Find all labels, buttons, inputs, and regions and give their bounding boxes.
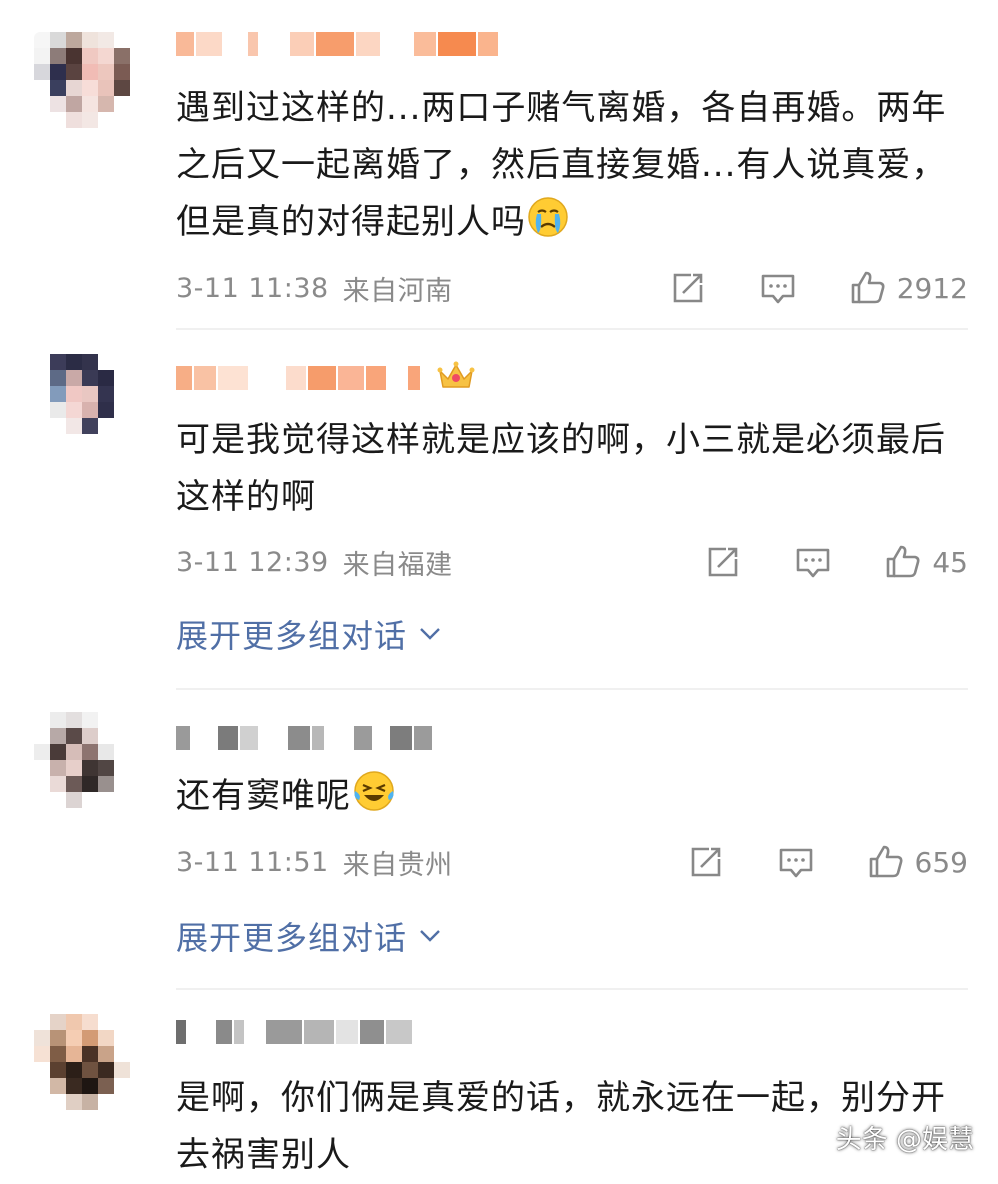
share-icon xyxy=(691,847,720,877)
username-blurred[interactable] xyxy=(176,718,432,758)
reply-button[interactable] xyxy=(794,543,832,581)
expand-replies-link[interactable]: 展开更多组对话 xyxy=(176,614,443,655)
crown-icon xyxy=(436,359,476,397)
share-icon xyxy=(709,547,738,577)
avatar[interactable] xyxy=(34,1014,130,1110)
location: 来自福建 xyxy=(342,549,453,581)
divider xyxy=(176,688,968,690)
like-button[interactable]: 659 xyxy=(867,843,968,881)
comment-text: 还有窦唯呢 xyxy=(176,768,962,831)
timestamp: 3-11 12:39 xyxy=(176,546,329,578)
share-button[interactable] xyxy=(669,269,707,307)
reply-button[interactable] xyxy=(759,269,797,307)
share-icon xyxy=(673,273,703,303)
comment-icon xyxy=(779,848,812,878)
divider xyxy=(176,988,968,990)
like-button[interactable]: 45 xyxy=(884,543,968,581)
thumbs-up-icon xyxy=(851,271,885,304)
like-button[interactable]: 2912 xyxy=(849,269,968,307)
username-blurred[interactable] xyxy=(176,358,476,398)
like-count: 659 xyxy=(914,845,968,879)
avatar[interactable] xyxy=(34,32,130,128)
location: 来自贵州 xyxy=(342,849,453,881)
comment-meta: 3-11 11:38 来自河南 xyxy=(176,268,453,308)
avatar[interactable] xyxy=(34,354,130,450)
like-count: 45 xyxy=(932,545,968,579)
comment-text: 遇到过这样的...两口子赌气离婚，各自再婚。两年之后又一起离婚了，然后直接复婚.… xyxy=(176,80,962,257)
laughing-tears-face-icon xyxy=(351,769,397,831)
comment-icon xyxy=(797,548,830,578)
share-button[interactable] xyxy=(687,843,725,881)
comment-meta: 3-11 11:51 来自贵州 xyxy=(176,842,453,882)
thumbs-up-icon xyxy=(887,545,920,578)
expand-replies-link[interactable]: 展开更多组对话 xyxy=(176,916,443,957)
watermark: 头条 @娱慧 xyxy=(835,1125,974,1155)
chevron-down-icon xyxy=(420,930,440,942)
action-bar: 2912 xyxy=(669,268,968,308)
timestamp: 3-11 11:51 xyxy=(176,846,329,878)
username-blurred[interactable] xyxy=(176,24,498,64)
action-bar: 659 xyxy=(687,842,968,882)
avatar[interactable] xyxy=(34,712,130,808)
comment-meta: 3-11 12:39 来自福建 xyxy=(176,542,453,582)
comment-icon xyxy=(761,274,795,304)
chevron-down-icon xyxy=(420,628,440,640)
share-button[interactable] xyxy=(704,543,742,581)
divider xyxy=(176,328,968,330)
timestamp: 3-11 11:38 xyxy=(176,272,329,304)
username-blurred[interactable] xyxy=(176,1012,412,1052)
like-count: 2912 xyxy=(896,271,968,305)
crying-face-icon xyxy=(526,195,570,257)
comment-text: 可是我觉得这样就是应该的啊，小三就是必须最后这样的啊 xyxy=(176,420,946,517)
thumbs-up-icon xyxy=(869,845,903,878)
location: 来自河南 xyxy=(342,275,453,307)
reply-button[interactable] xyxy=(777,843,815,881)
action-bar: 45 xyxy=(704,542,968,582)
